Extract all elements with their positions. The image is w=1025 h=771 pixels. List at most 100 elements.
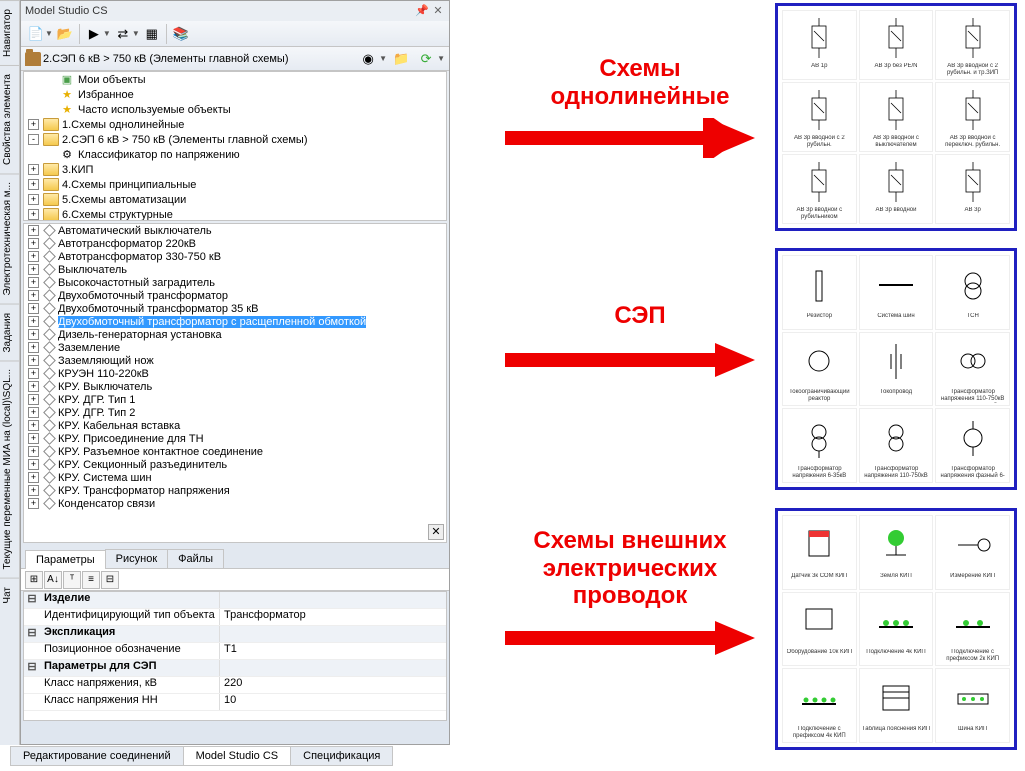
expand-icon[interactable]: + [28,251,39,262]
thumbnail[interactable]: Подключение с префиксом 2к КИП [935,592,1010,667]
list-item[interactable]: +КРУ. Разъемное контактное соединение [24,445,446,458]
list-item[interactable]: +Высокочастотный заградитель [24,276,446,289]
expand-icon[interactable]: + [28,459,39,470]
expand-icon[interactable]: + [28,209,39,220]
object-list[interactable]: +Автоматический выключатель+Автотрансфор… [23,223,447,543]
expand-icon[interactable]: + [28,472,39,483]
tree-node[interactable]: +3.КИП [24,162,446,177]
filter-icon[interactable]: ᵀ [63,571,81,589]
property-row[interactable]: Идентифицирующий тип объектаТрансформато… [24,609,446,626]
thumbnail[interactable]: Подключение 4к КИП [859,592,934,667]
expand-icon[interactable]: + [28,355,39,366]
side-tab[interactable]: Свойства элемента [0,65,19,173]
list-item[interactable]: +Конденсатор связи [24,497,446,510]
thumbnail[interactable]: ТСН [935,255,1010,330]
expand-icon[interactable]: + [28,407,39,418]
thumbnail[interactable]: АВ 3p вводной [859,154,934,224]
tab-files[interactable]: Файлы [167,549,224,568]
breadcrumb[interactable]: 2.СЭП 6 кВ > 750 кВ (Элементы главной сх… [25,52,289,66]
expand-icon[interactable]: + [28,316,39,327]
thumbnail[interactable]: Система шин [859,255,934,330]
category-tree[interactable]: ▣Мои объекты★Избранное★Часто используемы… [23,71,447,221]
thumbnail[interactable]: Трансформатор напряжения 110-750кВ [859,408,934,483]
tree-icon[interactable]: ⊟ [101,571,119,589]
side-tab[interactable]: Электротехническая м... [0,173,19,303]
tree-node[interactable]: +5.Схемы автоматизации [24,192,446,207]
list-item[interactable]: +Автоматический выключатель [24,224,446,237]
folder-action-icon[interactable]: 📁 [390,48,412,70]
list-item[interactable]: +Двухобмоточный трансформатор с расщепле… [24,315,446,328]
open-folder-icon[interactable]: 📂 [54,23,76,45]
expand-icon[interactable]: + [28,342,39,353]
btab-modelstudio[interactable]: Model Studio CS [183,746,292,766]
thumbnail[interactable]: Токопровод [859,332,934,407]
dropdown-icon[interactable]: ▼ [437,54,445,63]
thumbnail[interactable]: Трансформатор напряжения фазный 6-35 кВ [935,408,1010,483]
list-item[interactable]: +КРУ. Выключатель [24,380,446,393]
expand-icon[interactable]: + [28,329,39,340]
btab-spec[interactable]: Спецификация [290,746,393,766]
side-tab[interactable]: Задания [0,304,19,361]
thumbnail[interactable]: АВ 3p вводной с выключателем [859,82,934,152]
tree-node[interactable]: ★Часто используемые объекты [24,102,446,117]
sort-az-icon[interactable]: A↓ [44,571,62,589]
btab-connections[interactable]: Редактирование соединений [10,746,184,766]
new-doc-icon[interactable]: 📄 [25,23,47,45]
list-item[interactable]: +КРУЭН 110-220кВ [24,367,446,380]
expand-icon[interactable]: + [28,420,39,431]
thumbnail[interactable]: АВ 3p вводной с рубильником [782,154,857,224]
expand-icon[interactable]: + [28,446,39,457]
thumbnail[interactable]: Земля КИП [859,515,934,590]
filter-icon[interactable]: ◉ [357,48,379,70]
thumbnail[interactable]: АВ 3p [935,154,1010,224]
thumbnail[interactable]: Трансформатор напряжения 110-750кВ оптоэ… [935,332,1010,407]
property-row[interactable]: Класс напряжения, кВ220 [24,677,446,694]
expand-icon[interactable]: + [28,277,39,288]
tree-node[interactable]: +4.Схемы принципиальные [24,177,446,192]
side-tab[interactable]: Текущие переменные MИA на (local)\SQL... [0,360,19,577]
expand-icon[interactable]: + [28,164,39,175]
library-icon[interactable]: 📚 [170,23,192,45]
thumbnail[interactable]: АВ 3p вводной с 2 рубильн. [782,82,857,152]
sort-cat-icon[interactable]: ⊞ [25,571,43,589]
expand-icon[interactable]: + [28,119,39,130]
list-item[interactable]: +КРУ. Система шин [24,471,446,484]
thumbnail[interactable]: АВ 3p вводной с 2 рубильн. и тр.ЗИП [935,10,1010,80]
expand-icon[interactable]: + [28,179,39,190]
thumbnail[interactable]: АВ 1р [782,10,857,80]
thumbnail[interactable]: АВ 3p вводной с переключ. рубильн. [935,82,1010,152]
list-item[interactable]: +Двухобмоточный трансформатор 35 кВ [24,302,446,315]
expand-icon[interactable]: + [28,264,39,275]
list-item[interactable]: +Выключатель [24,263,446,276]
list-item[interactable]: +Заземление [24,341,446,354]
expand-icon[interactable]: + [28,194,39,205]
thumbnail[interactable]: Измерение КИП [935,515,1010,590]
thumbnail[interactable]: Датчик 3к СОМ КИП [782,515,857,590]
list-item[interactable]: +КРУ. ДГР. Тип 1 [24,393,446,406]
layers-icon[interactable]: ≡ [82,571,100,589]
expand-icon[interactable]: + [28,368,39,379]
property-category[interactable]: ⊟Экспликация [24,626,446,643]
thumbnail[interactable]: Таблица пояснения КИП [859,668,934,743]
list-item[interactable]: +Дизель-генераторная установка [24,328,446,341]
thumbnail[interactable]: Токоограничивающий реактор [782,332,857,407]
expand-icon[interactable]: + [28,238,39,249]
property-row[interactable]: Класс напряжения НН10 [24,694,446,711]
tab-params[interactable]: Параметры [25,550,106,569]
list-item[interactable]: +КРУ. ДГР. Тип 2 [24,406,446,419]
toggle-icon[interactable]: ⇄ [112,23,134,45]
tree-node[interactable]: ▣Мои объекты [24,72,446,87]
thumbnail[interactable]: Трансформатор напряжения 6-35кВ [782,408,857,483]
thumbnail[interactable]: Резистор [782,255,857,330]
thumbnail[interactable]: АВ 3р без PE/N [859,10,934,80]
tree-node[interactable]: -2.СЭП 6 кВ > 750 кВ (Элементы главной с… [24,132,446,147]
expand-icon[interactable]: + [28,290,39,301]
thumbnail[interactable]: Оборудование 10к КИП [782,592,857,667]
list-item[interactable]: +Заземляющий нож [24,354,446,367]
expand-icon[interactable]: + [28,498,39,509]
close-button[interactable]: ✕ [428,524,444,540]
property-row[interactable]: Позиционное обозначениеT1 [24,643,446,660]
list-item[interactable]: +Автотрансформатор 220кВ [24,237,446,250]
expand-icon[interactable]: + [28,485,39,496]
tab-drawing[interactable]: Рисунок [105,549,169,568]
